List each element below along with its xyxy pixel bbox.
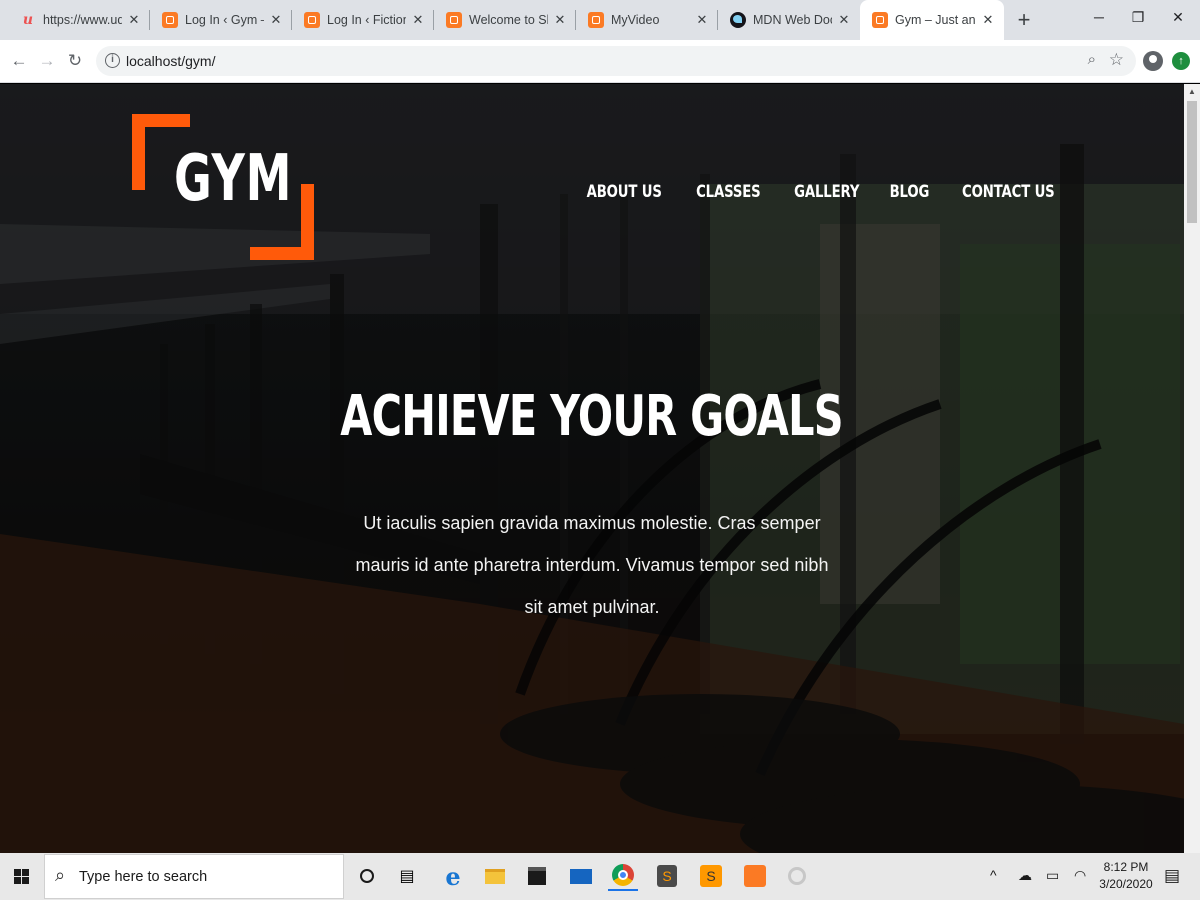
url-text[interactable]: localhost/gym/ <box>126 53 215 69</box>
reload-button[interactable]: ↻ <box>62 48 88 74</box>
file-explorer-icon[interactable] <box>480 861 510 891</box>
xampp-icon <box>304 12 320 28</box>
window-close-button[interactable]: ✕ <box>1155 0 1200 36</box>
close-icon[interactable]: ✕ <box>694 12 710 28</box>
close-icon[interactable]: ✕ <box>836 12 852 28</box>
nav-classes[interactable]: CLASSES <box>697 182 762 202</box>
search-icon: ⌕ <box>55 865 66 885</box>
logo-text: GYM <box>174 142 293 216</box>
clock-date: 3/20/2020 <box>1099 877 1153 891</box>
tab-title: Log In ‹ Fictional U <box>327 13 406 27</box>
tab-title: MDN Web Docs <box>753 13 832 27</box>
cortana-icon[interactable] <box>352 861 382 891</box>
onedrive-icon[interactable]: ☁ <box>1018 867 1032 884</box>
tab-title: MyVideo <box>611 13 660 27</box>
tab-title: Gym – Just anothe <box>895 13 976 27</box>
taskbar-search[interactable]: ⌕ Type here to search <box>44 854 344 899</box>
tab-gym-login[interactable]: Log In ‹ Gym — W ✕ <box>150 0 292 40</box>
udemy-icon: u <box>22 12 34 28</box>
mail-icon[interactable] <box>566 861 596 891</box>
taskbar-clock[interactable]: 8:12 PM 3/20/2020 <box>1098 859 1154 893</box>
nav-blog[interactable]: BLOG <box>889 182 929 202</box>
xampp-icon <box>588 12 604 28</box>
close-icon[interactable]: ✕ <box>126 12 142 28</box>
address-bar[interactable]: i localhost/gym/ ⌕ ☆ <box>96 46 1136 76</box>
sublime-text-icon[interactable]: S <box>696 861 726 891</box>
tab-gym-active[interactable]: Gym – Just anothe ✕ <box>860 0 1004 40</box>
search-placeholder: Type here to search <box>79 869 208 885</box>
close-icon[interactable]: ✕ <box>552 12 568 28</box>
sublime-icon-grey[interactable]: S <box>652 861 682 891</box>
windows-taskbar: ⌕ Type here to search ▤ e S S ^ ☁ ▭ ◠ 8:… <box>0 853 1200 900</box>
xampp-icon[interactable] <box>740 861 770 891</box>
site-logo[interactable]: GYM <box>132 114 314 260</box>
tab-slotify[interactable]: Welcome to Slotify ✕ <box>434 0 576 40</box>
new-tab-button[interactable]: + <box>1010 6 1038 34</box>
xampp-icon <box>872 12 888 28</box>
browser-toolbar: ← → ↻ i localhost/gym/ ⌕ ☆ <box>0 40 1200 83</box>
nav-about-us[interactable]: ABOUT US <box>587 182 662 202</box>
hero-title: ACHIEVE YOUR GOALS <box>340 384 844 449</box>
mdn-icon <box>730 12 746 28</box>
nav-contact-us[interactable]: CONTACT US <box>962 182 1055 202</box>
tab-title: Welcome to Slotify <box>469 13 548 27</box>
tab-title: Log In ‹ Gym — W <box>185 13 264 27</box>
tab-mdn[interactable]: MDN Web Docs ✕ <box>718 0 860 40</box>
app-icon[interactable] <box>782 861 812 891</box>
profile-avatar-icon[interactable] <box>1143 51 1163 71</box>
wifi-icon[interactable]: ◠ <box>1074 867 1086 884</box>
page-scrollbar[interactable]: ▲ <box>1184 84 1200 853</box>
forward-button[interactable]: → <box>34 48 60 74</box>
tab-title: https://www.udemy <box>43 13 122 27</box>
site-info-icon[interactable]: i <box>105 53 120 68</box>
xampp-icon <box>446 12 462 28</box>
close-icon[interactable]: ✕ <box>410 12 426 28</box>
notification-icon[interactable]: ▤ <box>1164 866 1180 886</box>
zoom-icon[interactable]: ⌕ <box>1088 51 1096 68</box>
browser-tab-strip: u https://www.udemy ✕ Log In ‹ Gym — W ✕… <box>0 0 1200 40</box>
windows-logo-icon <box>14 869 29 884</box>
xampp-icon <box>162 12 178 28</box>
tab-fictional-login[interactable]: Log In ‹ Fictional U ✕ <box>292 0 434 40</box>
back-button[interactable]: ← <box>6 48 32 74</box>
scrollbar-thumb[interactable] <box>1187 101 1197 223</box>
scroll-up-arrow-icon[interactable]: ▲ <box>1184 84 1200 100</box>
task-view-icon[interactable]: ▤ <box>392 861 422 891</box>
close-icon[interactable]: ✕ <box>268 12 284 28</box>
clock-time: 8:12 PM <box>1103 860 1149 874</box>
bookmark-star-icon[interactable]: ☆ <box>1109 50 1124 70</box>
close-icon[interactable]: ✕ <box>980 12 996 28</box>
main-nav: ABOUT US CLASSES GALLERY BLOG CONTACT US <box>584 182 1060 202</box>
edge-icon[interactable]: e <box>438 861 468 891</box>
tab-udemy[interactable]: u https://www.udemy ✕ <box>8 0 150 40</box>
hero-description: Ut iaculis sapien gravida maximus molest… <box>355 513 829 617</box>
store-icon[interactable] <box>522 861 552 891</box>
tab-myvideo[interactable]: MyVideo ✕ <box>576 0 718 40</box>
chrome-icon[interactable] <box>608 861 638 891</box>
nav-gallery[interactable]: GALLERY <box>794 182 859 202</box>
start-button[interactable] <box>0 853 44 900</box>
battery-icon[interactable]: ▭ <box>1046 867 1059 884</box>
hero-section: GYM ABOUT US CLASSES GALLERY BLOG CONTAC… <box>0 84 1184 853</box>
show-hidden-icons-chevron-icon[interactable]: ^ <box>990 867 997 883</box>
update-arrow-icon[interactable]: ↑ <box>1172 52 1190 70</box>
